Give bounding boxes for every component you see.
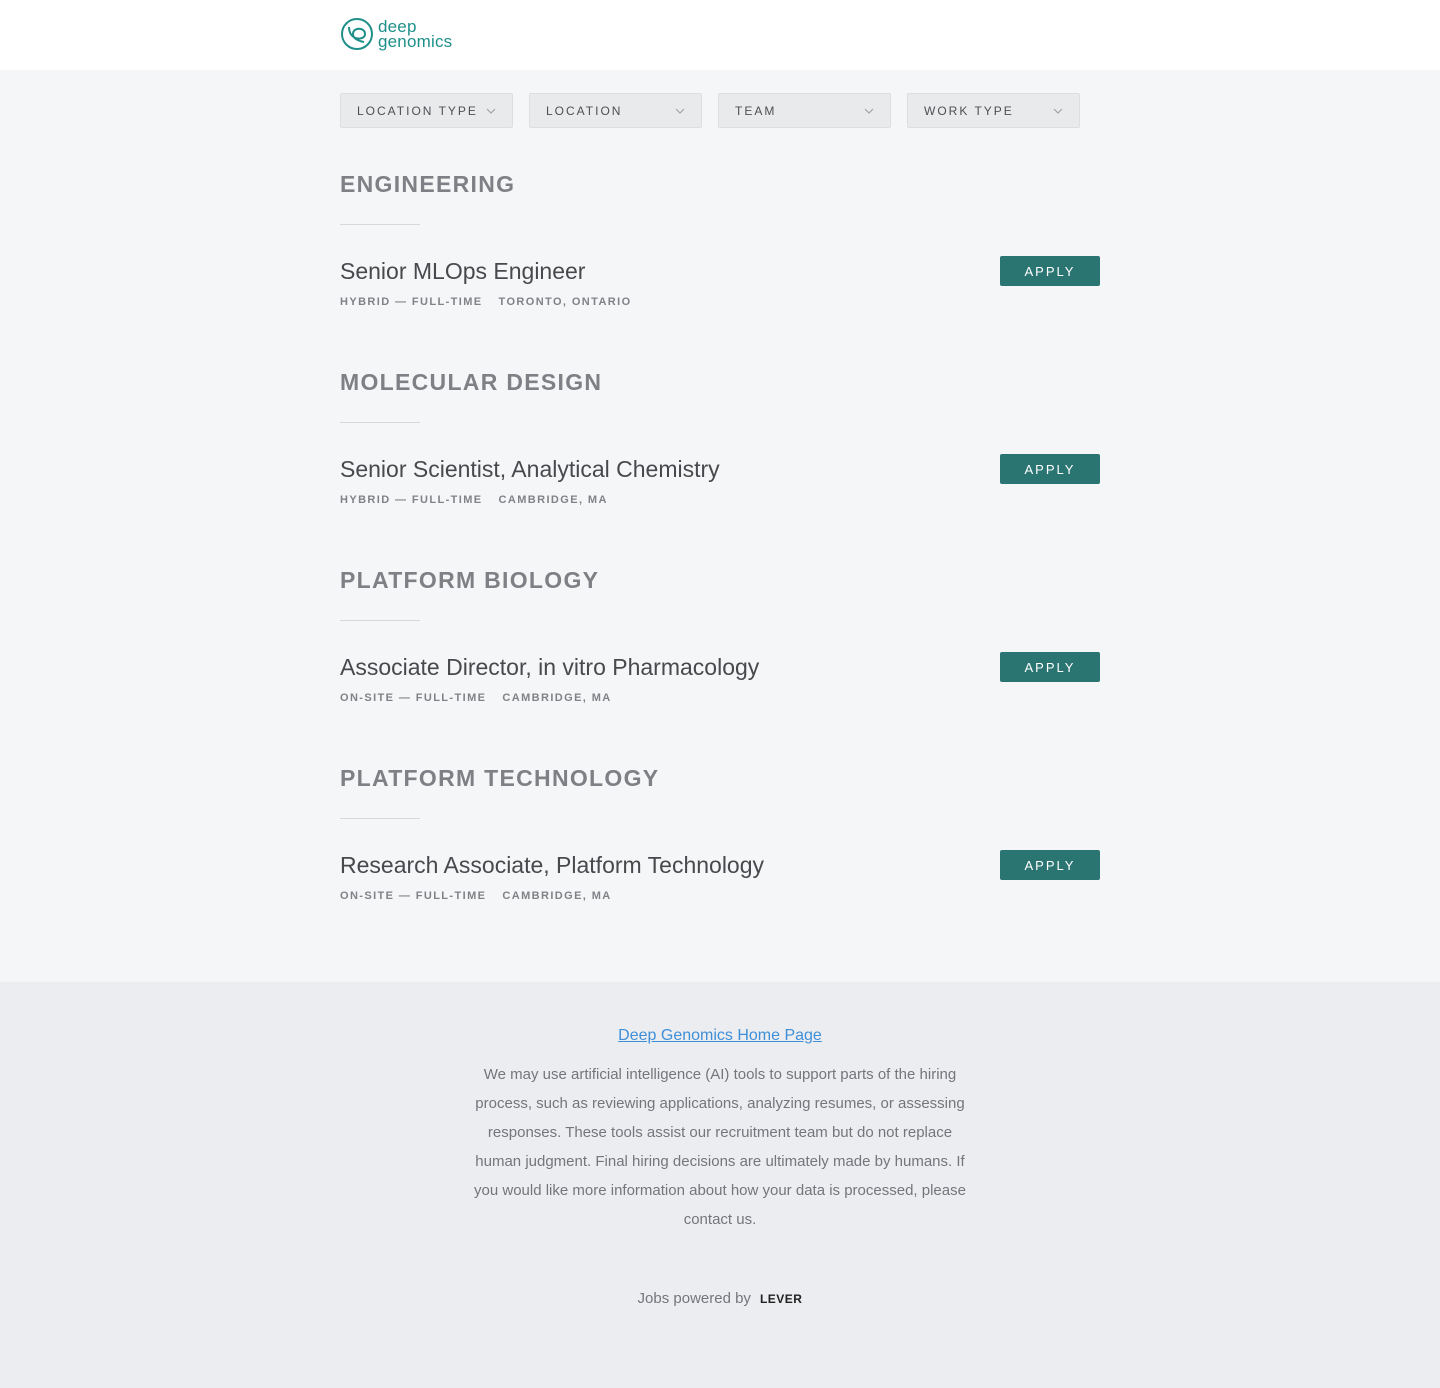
apply-button[interactable]: APPLY	[1000, 454, 1100, 484]
posting-item: Senior MLOps Engineer HYBRID — FULL-TIME…	[340, 256, 1100, 308]
posting-commitment: ON-SITE — FULL-TIME	[340, 890, 487, 902]
section-molecular-design: MOLECULAR DESIGN Senior Scientist, Analy…	[340, 368, 1100, 506]
posting-commitment: HYBRID — FULL-TIME	[340, 494, 483, 506]
deep-genomics-logo[interactable]: deep genomics	[340, 17, 452, 51]
posting-meta: ON-SITE — FULL-TIME CAMBRIDGE, MA	[340, 692, 1100, 704]
filter-label: TEAM	[735, 103, 777, 118]
section-divider	[340, 620, 420, 621]
section-title: ENGINEERING	[340, 171, 516, 197]
section-divider	[340, 818, 420, 819]
postings-main: LOCATION TYPE LOCATION TEAM WORK TYPE EN…	[0, 70, 1440, 982]
section-divider	[340, 422, 420, 423]
logo-mark-icon	[341, 18, 373, 50]
page-header: deep genomics	[0, 0, 1440, 70]
section-divider	[340, 224, 420, 225]
chevron-down-icon	[675, 108, 685, 114]
posting-meta: HYBRID — FULL-TIME TORONTO, ONTARIO	[340, 296, 1100, 308]
posting-item: Research Associate, Platform Technology …	[340, 850, 1100, 902]
home-page-link[interactable]: Deep Genomics Home Page	[618, 1027, 822, 1045]
section-platform-biology: PLATFORM BIOLOGY Associate Director, in …	[340, 566, 1100, 704]
filter-location-type[interactable]: LOCATION TYPE	[340, 93, 513, 128]
section-title: PLATFORM TECHNOLOGY	[340, 765, 660, 791]
filter-team[interactable]: TEAM	[718, 93, 891, 128]
posting-title-link[interactable]: Associate Director, in vitro Pharmacolog…	[340, 652, 759, 682]
posting-item: Senior Scientist, Analytical Chemistry H…	[340, 454, 1100, 506]
apply-button[interactable]: APPLY	[1000, 652, 1100, 682]
posting-commitment: HYBRID — FULL-TIME	[340, 296, 483, 308]
filter-label: WORK TYPE	[924, 103, 1014, 118]
posting-item: Associate Director, in vitro Pharmacolog…	[340, 652, 1100, 704]
chevron-down-icon	[1053, 108, 1063, 114]
logo-line-2: genomics	[378, 32, 453, 51]
posting-meta: ON-SITE — FULL-TIME CAMBRIDGE, MA	[340, 890, 1100, 902]
posting-meta: HYBRID — FULL-TIME CAMBRIDGE, MA	[340, 494, 1100, 506]
posting-location: CAMBRIDGE, MA	[502, 890, 612, 902]
filter-work-type[interactable]: WORK TYPE	[907, 93, 1080, 128]
section-title: MOLECULAR DESIGN	[340, 369, 603, 395]
filter-label: LOCATION	[546, 103, 623, 118]
apply-button[interactable]: APPLY	[1000, 850, 1100, 880]
posting-title-link[interactable]: Research Associate, Platform Technology	[340, 850, 764, 880]
ai-disclaimer-text: We may use artificial intelligence (AI) …	[474, 1066, 966, 1228]
filter-location[interactable]: LOCATION	[529, 93, 702, 128]
page-footer: Deep Genomics Home Page We may use artif…	[0, 982, 1440, 1388]
powered-by: Jobs powered by LEVER	[0, 1290, 1440, 1307]
posting-title-link[interactable]: Senior MLOps Engineer	[340, 256, 585, 286]
section-title: PLATFORM BIOLOGY	[340, 567, 600, 593]
posting-location: CAMBRIDGE, MA	[502, 692, 612, 704]
posting-title-link[interactable]: Senior Scientist, Analytical Chemistry	[340, 454, 720, 484]
apply-button[interactable]: APPLY	[1000, 256, 1100, 286]
section-platform-technology: PLATFORM TECHNOLOGY Research Associate, …	[340, 764, 1100, 902]
section-engineering: ENGINEERING Senior MLOps Engineer HYBRID…	[340, 170, 1100, 308]
filter-label: LOCATION TYPE	[357, 103, 478, 118]
chevron-down-icon	[486, 108, 496, 114]
lever-logo-link[interactable]: LEVER	[760, 1292, 803, 1306]
posting-location: CAMBRIDGE, MA	[498, 494, 608, 506]
powered-by-text: Jobs powered by	[637, 1290, 751, 1307]
posting-location: TORONTO, ONTARIO	[498, 296, 632, 308]
posting-commitment: ON-SITE — FULL-TIME	[340, 692, 487, 704]
chevron-down-icon	[864, 108, 874, 114]
logo-wordmark: deep genomics	[378, 18, 453, 51]
filter-bar: LOCATION TYPE LOCATION TEAM WORK TYPE	[340, 93, 1080, 128]
